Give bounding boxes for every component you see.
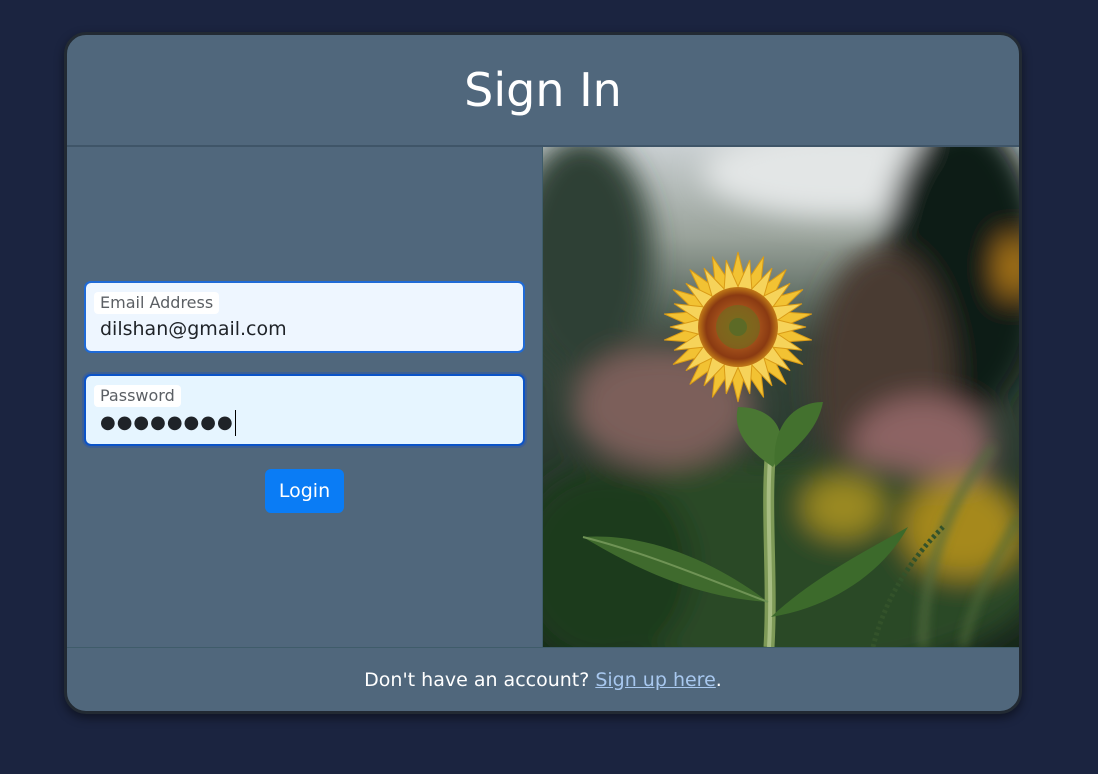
password-field[interactable]: Password ●●●●●●●● — [84, 374, 525, 446]
footer-period: . — [715, 668, 722, 691]
email-field-label: Email Address — [94, 292, 220, 314]
login-button[interactable]: Login — [265, 469, 344, 513]
sunflower-image — [543, 147, 1019, 647]
sign-in-card: Sign In Email Address dilshan@gmail.com … — [64, 32, 1022, 714]
footer: Don't have an account? Sign up here . — [67, 647, 1019, 711]
email-field[interactable]: Email Address dilshan@gmail.com — [84, 281, 525, 353]
password-field-value-wrap: ●●●●●●●● — [100, 410, 236, 436]
login-form: Email Address dilshan@gmail.com Password… — [67, 147, 543, 647]
password-field-label: Password — [94, 385, 181, 407]
signup-link[interactable]: Sign up here — [595, 669, 715, 691]
text-cursor — [234, 410, 236, 436]
password-field-value: ●●●●●●●● — [100, 412, 234, 433]
signup-prompt: Don't have an account? — [364, 668, 590, 691]
page-title: Sign In — [67, 35, 1019, 147]
email-field-value: dilshan@gmail.com — [100, 318, 287, 340]
